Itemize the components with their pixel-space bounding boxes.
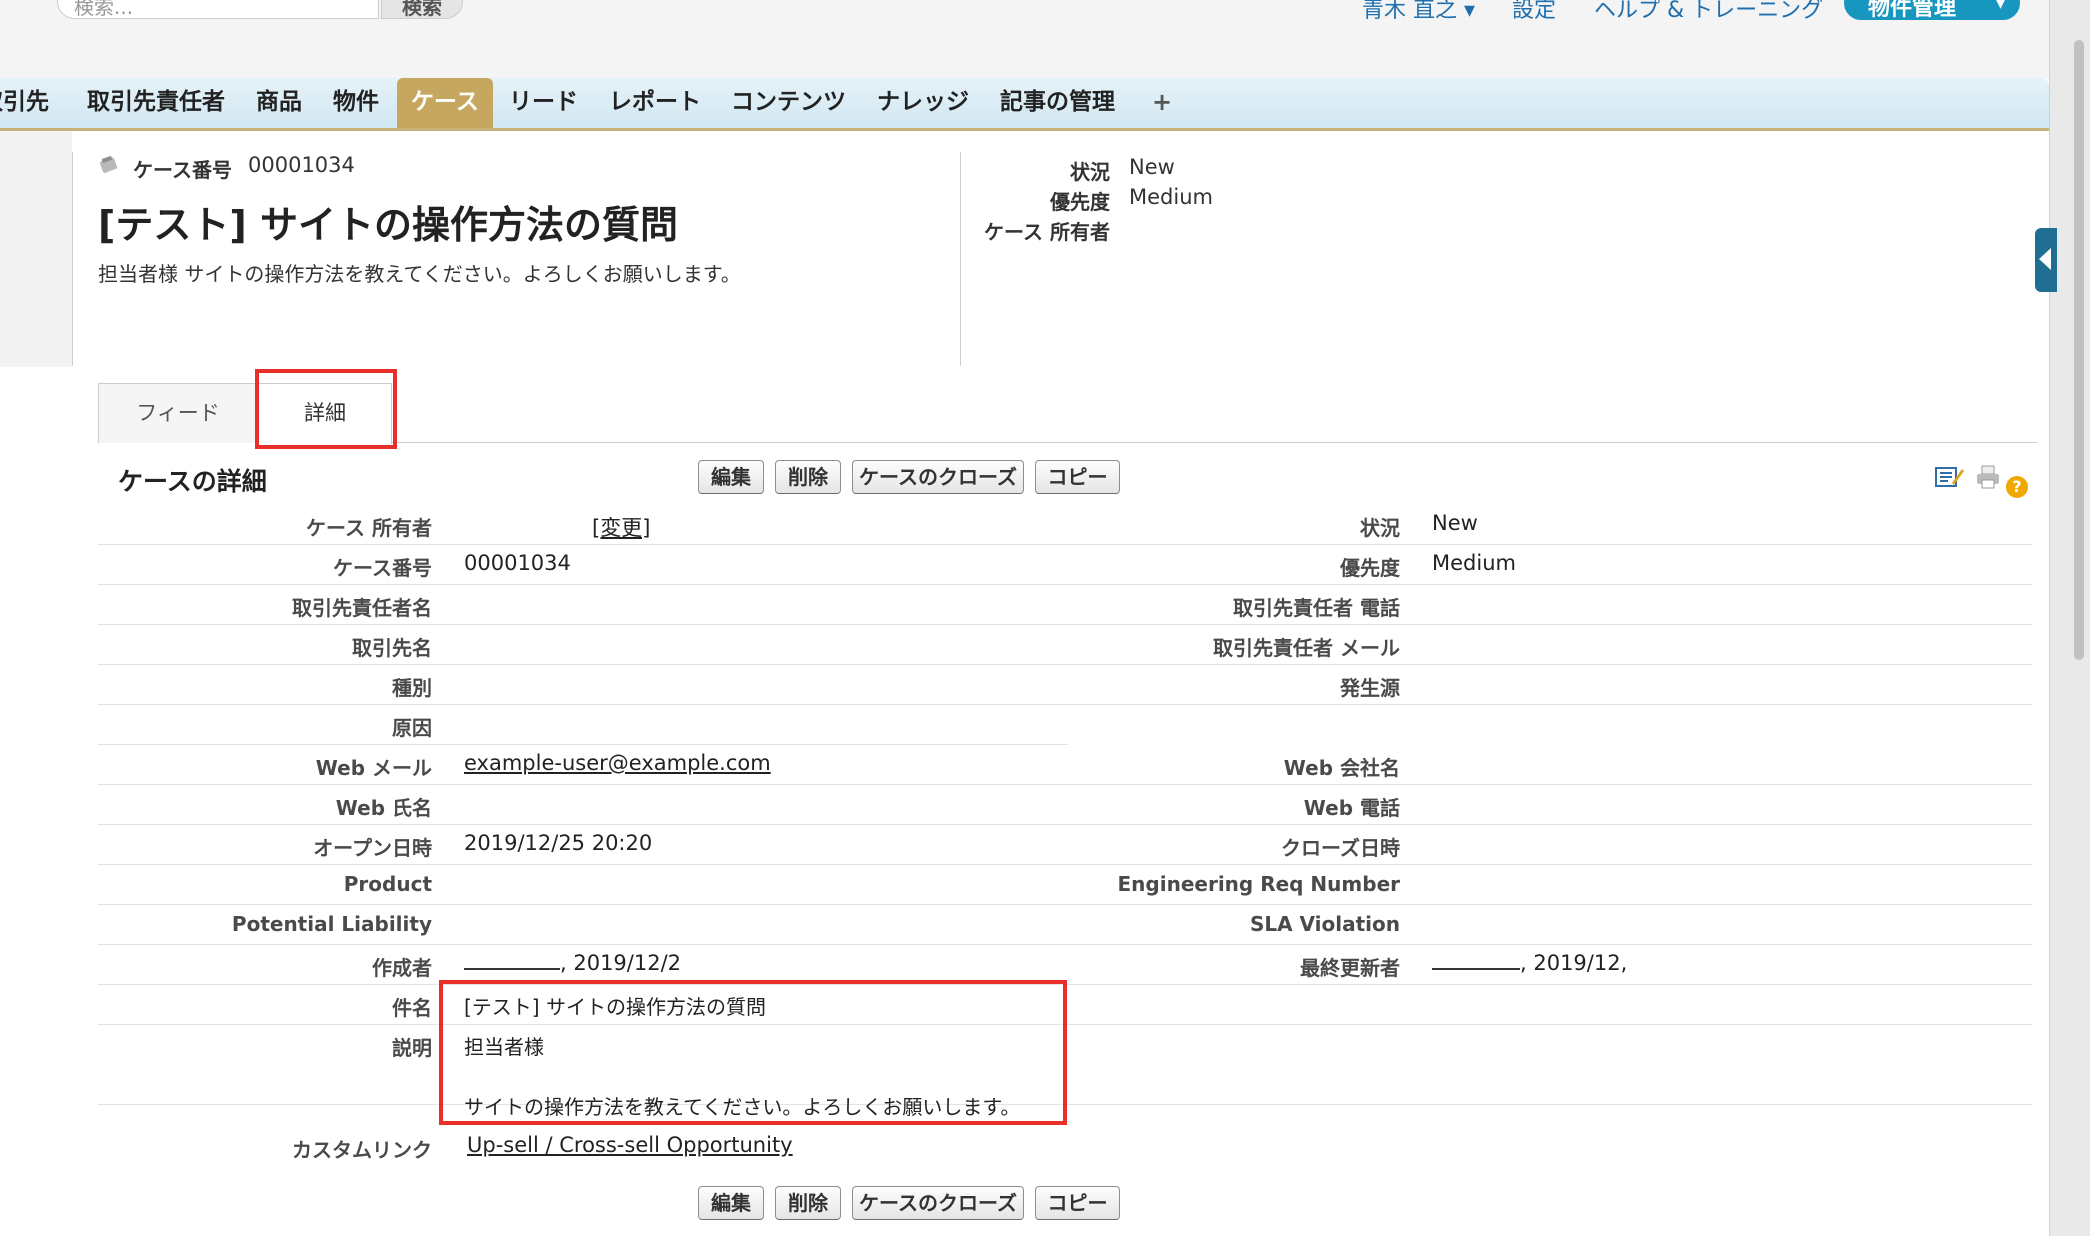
- field-value-case-number: 00001034: [464, 551, 571, 575]
- field-label-web-company: Web 会社名: [1283, 756, 1400, 780]
- chevron-down-icon: ▾: [1464, 0, 1476, 23]
- app-menu-label: 物件管理: [1868, 0, 1957, 21]
- sidebar-toggle-handle[interactable]: [2035, 228, 2057, 292]
- redacted-name: [464, 952, 560, 970]
- field-label-created-by: 作成者: [372, 956, 432, 980]
- field-label-last-modified: 最終更新者: [1300, 956, 1400, 980]
- field-label-priority: 優先度: [1340, 556, 1400, 580]
- page-title: [テスト] サイトの操作方法の質問: [98, 203, 678, 247]
- field-label-potential-liability: Potential Liability: [231, 912, 432, 936]
- search-button[interactable]: 検索: [381, 0, 463, 19]
- app-menu-button[interactable]: 物件管理 ▾: [1844, 0, 2020, 21]
- field-label-contact-email: 取引先責任者 メール: [1213, 636, 1400, 660]
- close-case-button-bottom[interactable]: ケースのクローズ: [852, 1186, 1024, 1220]
- upsell-link[interactable]: Up-sell / Cross-sell Opportunity: [467, 1133, 793, 1157]
- field-label-engineering-req: Engineering Req Number: [1117, 872, 1400, 896]
- tab-cases[interactable]: ケース: [397, 78, 493, 128]
- header-priority-value: Medium: [1129, 185, 1213, 209]
- settings-link[interactable]: 設定: [1512, 0, 1556, 24]
- tab-feed[interactable]: フィード: [98, 383, 258, 443]
- case-summary: 担当者様 サイトの操作方法を教えてください。よろしくお願いします。: [98, 262, 741, 286]
- owner-change-link[interactable]: [変更]: [592, 512, 650, 542]
- field-label-web-name: Web 氏名: [335, 796, 432, 820]
- tab-properties[interactable]: 物件: [333, 78, 379, 128]
- header-owner-label: ケース 所有者: [984, 220, 1110, 244]
- field-label-reason: 原因: [392, 716, 432, 740]
- copy-button-bottom[interactable]: コピー: [1035, 1186, 1120, 1220]
- tab-products[interactable]: 商品: [256, 78, 302, 128]
- field-label-description: 説明: [392, 1036, 432, 1060]
- tab-knowledge[interactable]: ナレッジ: [877, 78, 969, 128]
- field-value-created-by: , 2019/12/2: [464, 951, 681, 975]
- user-name[interactable]: 青木 直之: [1362, 0, 1457, 23]
- left-sidebar-strip: [0, 131, 72, 367]
- case-number-label: ケース番号: [133, 158, 232, 182]
- header-priority-label: 優先度: [1050, 190, 1110, 214]
- highlight-box-detail-tab: [255, 369, 397, 449]
- redacted-name: [1432, 952, 1520, 970]
- help-icon[interactable]: ?: [2006, 476, 2028, 498]
- tab-contacts[interactable]: 取引先責任者: [87, 78, 225, 128]
- field-value-opened-date: 2019/12/25 20:20: [464, 831, 653, 855]
- header-status-label: 状況: [1070, 160, 1110, 184]
- field-label-sla-violation: SLA Violation: [1249, 912, 1400, 936]
- edit-button[interactable]: 編集: [698, 460, 764, 494]
- field-label-origin: 発生源: [1340, 676, 1400, 700]
- scrollbar-thumb[interactable]: [2074, 40, 2084, 660]
- field-label-subject: 件名: [392, 996, 432, 1020]
- edit-layout-icon[interactable]: [1935, 465, 1964, 489]
- copy-button[interactable]: コピー: [1035, 460, 1120, 494]
- created-by-date: , 2019/12/2: [560, 951, 682, 975]
- last-modified-date: , 2019/12,: [1520, 951, 1628, 975]
- field-label-web-email: Web メール: [315, 756, 432, 780]
- case-icon: [98, 154, 120, 176]
- tab-accounts[interactable]: 取引先: [0, 78, 49, 128]
- close-case-button[interactable]: ケースのクローズ: [852, 460, 1024, 494]
- tab-leads[interactable]: リード: [509, 78, 578, 128]
- field-label-type: 種別: [392, 676, 432, 700]
- field-label-custom-link: カスタムリンク: [292, 1138, 432, 1162]
- field-value-web-email[interactable]: example-user@example.com: [464, 751, 771, 775]
- header-divider-left: [72, 152, 73, 366]
- help-link[interactable]: ヘルプ & トレーニング: [1594, 0, 1823, 24]
- chevron-down-icon: ▾: [1994, 0, 2006, 15]
- field-label-owner: ケース 所有者: [306, 516, 432, 540]
- case-number-value: 00001034: [248, 153, 355, 177]
- field-value-status: New: [1432, 511, 1478, 535]
- edit-button-bottom[interactable]: 編集: [698, 1186, 764, 1220]
- tab-reports[interactable]: レポート: [609, 78, 701, 128]
- change-owner-link[interactable]: [変更]: [592, 516, 650, 540]
- header-status-value: New: [1129, 155, 1175, 179]
- tab-article-management[interactable]: 記事の管理: [1000, 78, 1115, 128]
- field-label-case-number: ケース番号: [333, 556, 432, 580]
- delete-button[interactable]: 削除: [775, 460, 841, 494]
- add-tab-icon[interactable]: +: [1152, 78, 1172, 128]
- field-label-web-phone: Web 電話: [1303, 796, 1400, 820]
- chevron-left-icon: [2039, 248, 2051, 270]
- field-label-contact-name: 取引先責任者名: [292, 596, 432, 620]
- user-menu[interactable]: 青木 直之 ▾: [1362, 0, 1475, 24]
- search-input[interactable]: 検索...: [57, 0, 379, 19]
- field-value-custom-link[interactable]: Up-sell / Cross-sell Opportunity: [467, 1133, 793, 1157]
- field-value-last-modified: , 2019/12,: [1432, 951, 1627, 975]
- field-value-priority: Medium: [1432, 551, 1516, 575]
- section-title: ケースの詳細: [118, 467, 267, 496]
- web-email-link[interactable]: example-user@example.com: [464, 751, 771, 775]
- field-label-closed-date: クローズ日時: [1281, 836, 1400, 860]
- field-label-opened-date: オープン日時: [313, 836, 432, 860]
- field-label-product: Product: [343, 872, 432, 896]
- highlight-box-subject-description: [439, 980, 1067, 1125]
- field-label-account-name: 取引先名: [352, 636, 432, 660]
- field-label-status: 状況: [1360, 516, 1400, 540]
- tab-contents[interactable]: コンテンツ: [731, 78, 846, 128]
- field-label-contact-phone: 取引先責任者 電話: [1233, 596, 1400, 620]
- print-icon[interactable]: [1975, 464, 2001, 490]
- delete-button-bottom[interactable]: 削除: [775, 1186, 841, 1220]
